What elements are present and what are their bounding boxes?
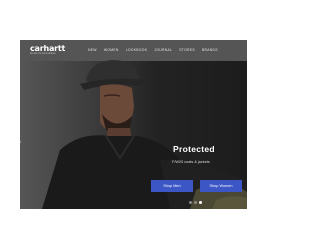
slide-dot[interactable] xyxy=(194,201,197,204)
slide-indicator xyxy=(189,201,202,204)
previous-slide-arrow-icon[interactable] xyxy=(11,138,21,146)
logo-tagline: WORK IN PROGRESS xyxy=(30,53,56,55)
nav-item-women[interactable]: WOMEN xyxy=(104,47,119,53)
nav-item-brands[interactable]: BRANDS xyxy=(202,47,218,53)
carhartt-logo[interactable]: carhartt WORK IN PROGRESS xyxy=(30,44,66,58)
shop-women-button[interactable]: Shop Women xyxy=(200,180,242,192)
nav-item-new[interactable]: NEW xyxy=(88,47,97,53)
nav-item-lookbook[interactable]: LOOKBOOK xyxy=(126,47,148,53)
logo-text: carhartt xyxy=(30,44,66,53)
nav-item-journal[interactable]: JOURNAL xyxy=(154,47,172,53)
slide-dot-active[interactable] xyxy=(199,201,202,204)
site-header: carhartt WORK IN PROGRESS NEW WOMEN LOOK… xyxy=(20,40,247,61)
shop-men-button[interactable]: Shop Men xyxy=(151,180,193,192)
nav-item-stores[interactable]: STORES xyxy=(179,47,195,53)
hero-subtitle: F/W20 coats & jackets xyxy=(172,160,210,164)
hero-title: Protected xyxy=(173,144,215,154)
main-nav: NEW WOMEN LOOKBOOK JOURNAL STORES BRANDS xyxy=(88,47,218,53)
slide-dot[interactable] xyxy=(189,201,192,204)
